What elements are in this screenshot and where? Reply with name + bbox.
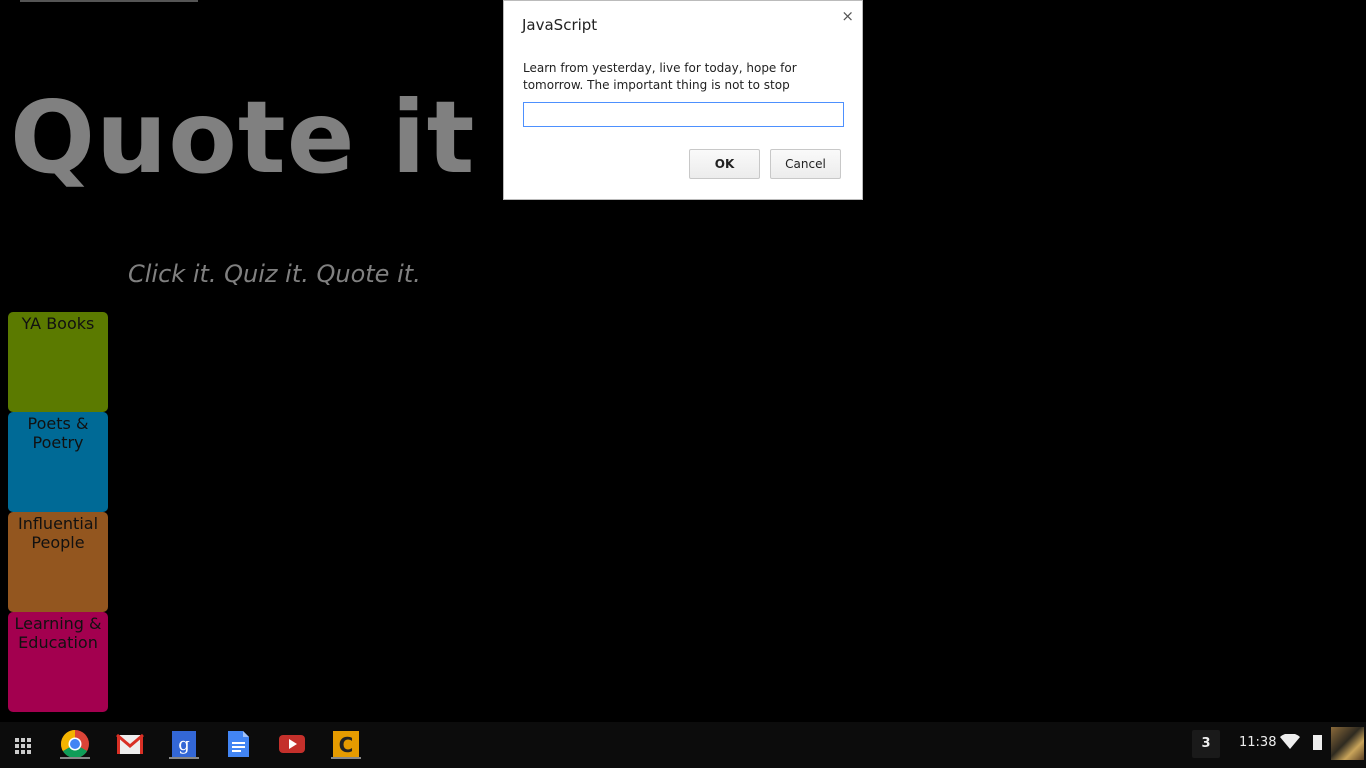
prompt-input[interactable] bbox=[523, 102, 844, 127]
category-label: Poets & bbox=[27, 414, 89, 433]
category-tile-influential-people[interactable]: Influential People bbox=[8, 512, 108, 612]
category-tile-ya-books[interactable]: YA Books bbox=[8, 312, 108, 412]
notification-badge[interactable]: 3 bbox=[1192, 730, 1220, 758]
close-icon[interactable]: × bbox=[841, 7, 854, 25]
google-search-icon[interactable]: g bbox=[169, 729, 199, 759]
youtube-icon[interactable] bbox=[277, 729, 307, 759]
docs-icon[interactable] bbox=[223, 729, 253, 759]
clock[interactable]: 11:38 bbox=[1239, 735, 1276, 750]
battery-icon[interactable] bbox=[1313, 735, 1322, 750]
dialog-message: Learn from yesterday, live for today, ho… bbox=[523, 61, 797, 92]
gmail-icon[interactable] bbox=[115, 729, 145, 759]
tagline: Click it. Quiz it. Quote it. bbox=[128, 260, 421, 288]
javascript-prompt-dialog: JavaScript × Learn from yesterday, live … bbox=[503, 0, 863, 200]
category-label: People bbox=[31, 533, 85, 552]
dialog-title: JavaScript bbox=[522, 16, 598, 34]
wifi-icon[interactable] bbox=[1280, 733, 1300, 750]
c-app-icon[interactable]: C bbox=[331, 729, 361, 759]
category-tile-learning-education[interactable]: Learning & Education bbox=[8, 612, 108, 712]
category-label: Poetry bbox=[32, 433, 84, 452]
page-title: Quote it bbox=[10, 79, 476, 196]
ok-button[interactable]: OK bbox=[689, 149, 760, 179]
launcher-icon[interactable] bbox=[8, 731, 36, 759]
shelf: g C bbox=[0, 722, 1366, 768]
svg-text:C: C bbox=[339, 733, 354, 757]
top-divider bbox=[20, 0, 198, 2]
chrome-icon[interactable] bbox=[60, 729, 90, 759]
category-label: Education bbox=[18, 633, 98, 652]
svg-text:g: g bbox=[178, 734, 190, 755]
category-label: YA Books bbox=[21, 314, 95, 333]
category-label: Influential bbox=[17, 514, 99, 533]
cancel-button[interactable]: Cancel bbox=[770, 149, 841, 179]
category-tile-poets-poetry[interactable]: Poets & Poetry bbox=[8, 412, 108, 512]
category-label: Learning & bbox=[14, 614, 102, 633]
avatar[interactable] bbox=[1331, 727, 1364, 760]
